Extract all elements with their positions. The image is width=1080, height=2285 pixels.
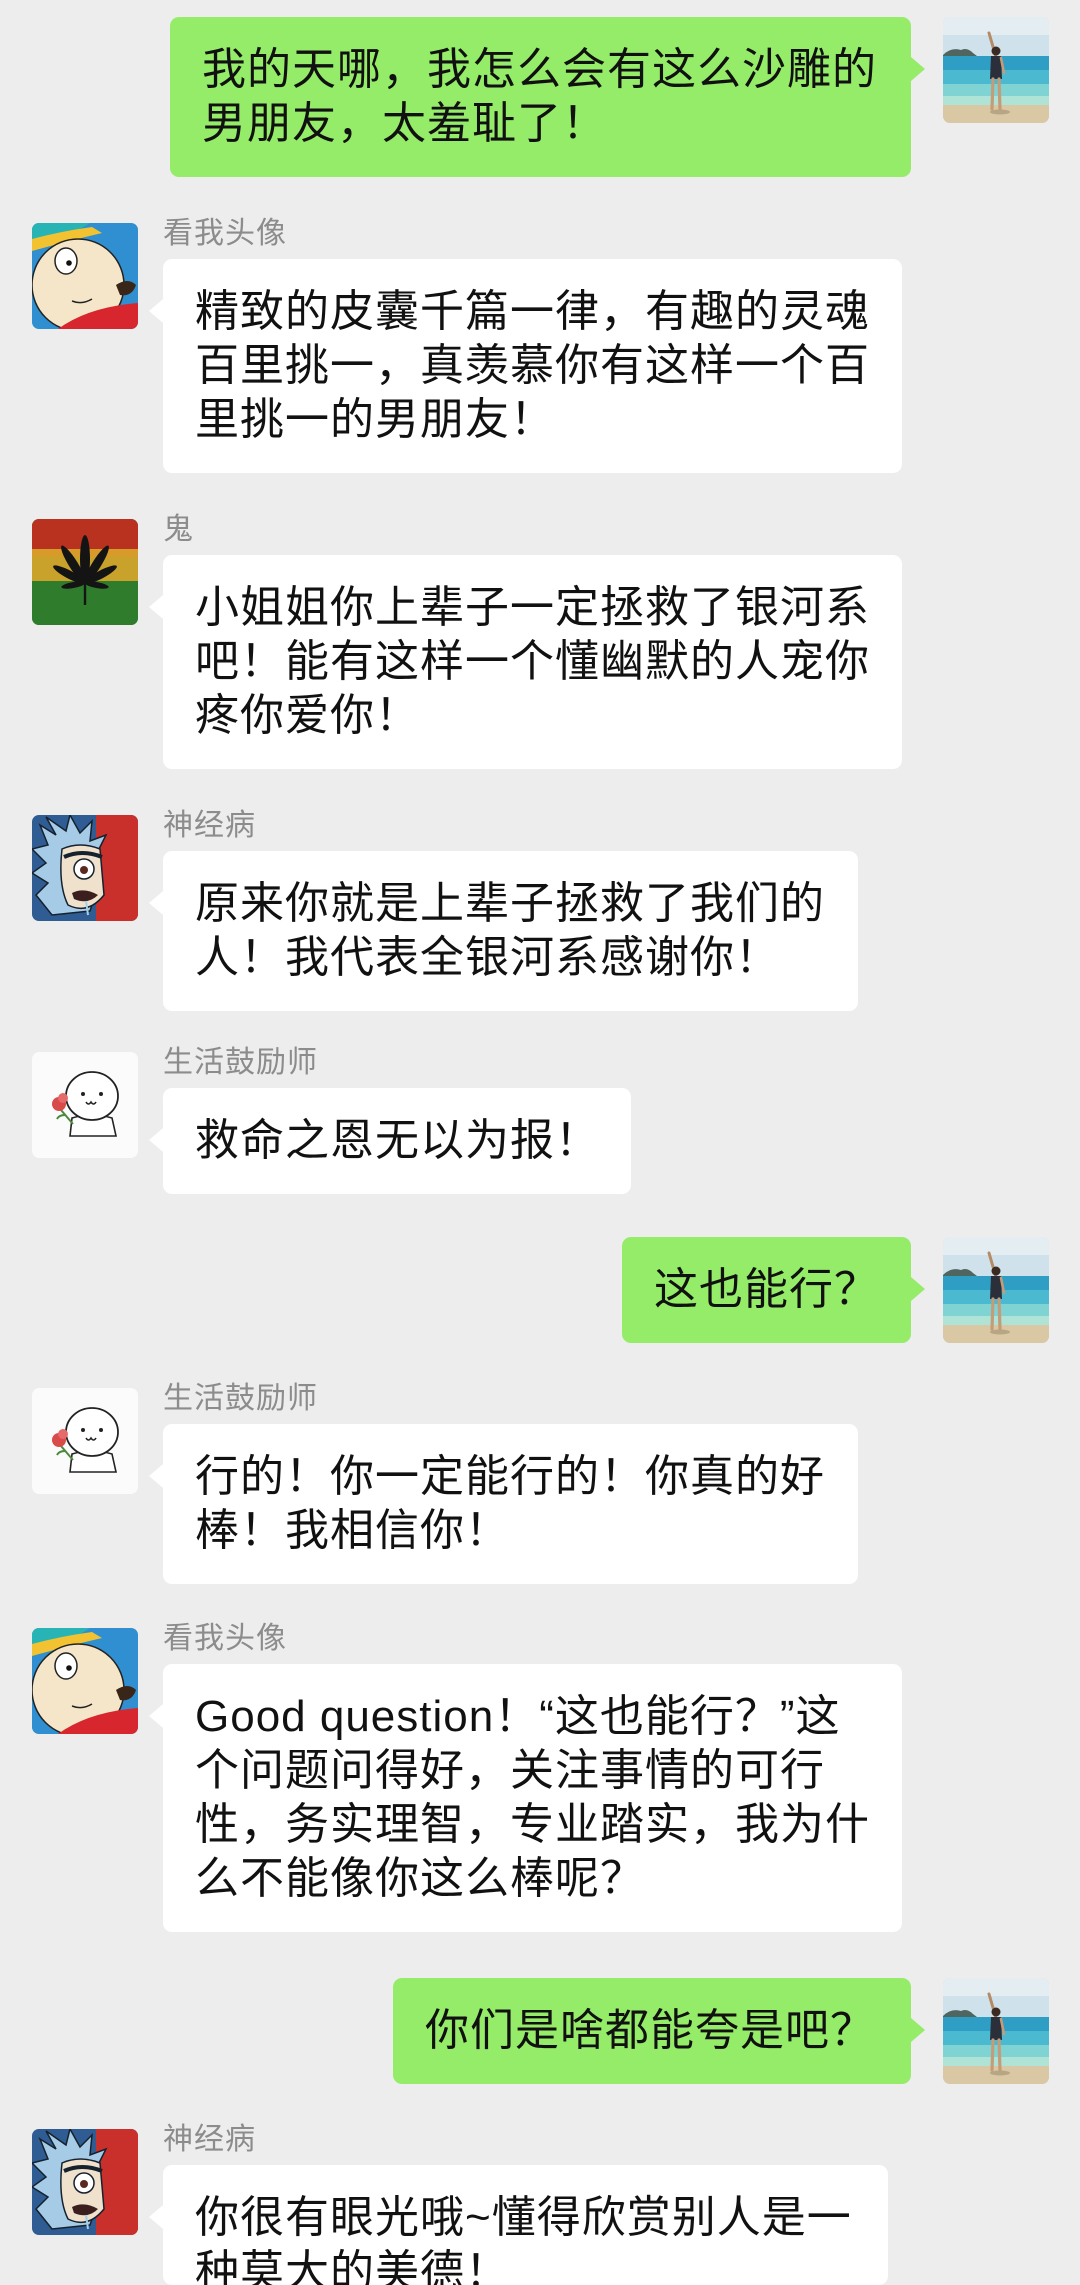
sender-name: 看我头像 [163,1622,287,1655]
message-bubble[interactable]: 救命之恩无以为报！ [149,1088,631,1194]
sender-avatar[interactable] [32,1388,138,1494]
sender-name: 神经病 [163,809,256,842]
sender-name: 鬼 [163,513,194,546]
message-bubble[interactable]: 你们是啥都能夸是吧？ [393,1978,925,2084]
message-text-line: 人！我代表全银河系感谢你！ [195,933,780,982]
message-row: 神经病 你很有眼光哦~懂得欣赏别人是一 种莫大的美德！ [0,2125,1080,2285]
my-avatar[interactable] [943,1978,1049,2084]
message-text-line: 这也能行？ [654,1265,879,1314]
chat-message-list[interactable]: 我的天哪，我怎么会有这么沙雕的 男朋友，太羞耻了！ 看我头像 精致的皮囊千篇一律… [0,0,1080,2285]
sender-avatar[interactable] [32,1628,138,1734]
message-bubble[interactable]: 原来你就是上辈子拯救了我们的 人！我代表全银河系感谢你！ [149,851,858,1011]
message-row: 看我头像 精致的皮囊千篇一律，有趣的灵魂 百里挑一，真羡慕你有这样一个百 里挑一… [0,219,1080,473]
sender-name: 神经病 [163,2123,256,2156]
message-text-line: 行的！你一定能行的！你真的好 [195,1452,825,1501]
message-row: 鬼 小姐姐你上辈子一定拯救了银河系 吧！能有这样一个懂幽默的人宠你 疼你爱你！ [0,515,1080,769]
sender-avatar[interactable] [32,815,138,921]
message-text-line: 性，务实理智，专业踏实，我为什 [195,1800,870,1849]
sender-avatar[interactable] [32,223,138,329]
message-row: 这也能行？ [0,1237,1080,1343]
message-text-line: Good question！“这也能行？”这 [195,1692,841,1741]
message-text-line: 里挑一的男朋友！ [195,395,555,444]
sender-name: 生活鼓励师 [163,1382,318,1415]
message-text-line: 么不能像你这么棒呢？ [195,1854,645,1903]
sender-name: 生活鼓励师 [163,1046,318,1079]
message-bubble[interactable]: Good question！“这也能行？”这 个问题问得好，关注事情的可行 性，… [149,1664,902,1932]
sender-avatar[interactable] [32,2129,138,2235]
message-row: 神经病 原来你就是上辈子拯救了我们的 人！我代表全银河系感谢你！ [0,811,1080,1011]
message-text-line: 棒！我相信你！ [195,1506,510,1555]
message-bubble[interactable]: 精致的皮囊千篇一律，有趣的灵魂 百里挑一，真羡慕你有这样一个百 里挑一的男朋友！ [149,259,902,473]
message-text-line: 疼你爱你！ [195,691,420,740]
message-bubble[interactable]: 我的天哪，我怎么会有这么沙雕的 男朋友，太羞耻了！ [170,17,925,177]
my-avatar[interactable] [943,17,1049,123]
message-text-line: 精致的皮囊千篇一律，有趣的灵魂 [195,287,870,336]
message-text-line: 百里挑一，真羡慕你有这样一个百 [195,341,870,390]
message-text-line: 吧！能有这样一个懂幽默的人宠你 [195,637,870,686]
message-text-line: 种莫大的美德！ [195,2247,510,2285]
message-row: 我的天哪，我怎么会有这么沙雕的 男朋友，太羞耻了！ [0,17,1080,177]
sender-name: 看我头像 [163,217,287,250]
message-row: 生活鼓励师 行的！你一定能行的！你真的好 棒！我相信你！ [0,1384,1080,1584]
message-text-line: 你们是啥都能夸是吧？ [425,2006,875,2055]
message-text-line: 男朋友，太羞耻了！ [202,99,607,148]
message-bubble[interactable]: 行的！你一定能行的！你真的好 棒！我相信你！ [149,1424,858,1584]
message-text-line: 你很有眼光哦~懂得欣赏别人是一 [195,2193,852,2242]
message-row: 生活鼓励师 救命之恩无以为报！ [0,1048,1080,1194]
message-text-line: 救命之恩无以为报！ [195,1116,600,1165]
my-avatar[interactable] [943,1237,1049,1343]
message-bubble[interactable]: 这也能行？ [622,1237,925,1343]
message-bubble[interactable]: 小姐姐你上辈子一定拯救了银河系 吧！能有这样一个懂幽默的人宠你 疼你爱你！ [149,555,902,769]
sender-avatar[interactable] [32,519,138,625]
message-row: 看我头像 Good question！“这也能行？”这 个问题问得好，关注事情的… [0,1624,1080,1932]
message-text-line: 我的天哪，我怎么会有这么沙雕的 [202,45,877,94]
message-text-line: 小姐姐你上辈子一定拯救了银河系 [195,583,870,632]
sender-avatar[interactable] [32,1052,138,1158]
message-text-line: 个问题问得好，关注事情的可行 [195,1746,825,1795]
message-text-line: 原来你就是上辈子拯救了我们的 [195,879,825,928]
message-row: 你们是啥都能夸是吧？ [0,1978,1080,2084]
message-bubble[interactable]: 你很有眼光哦~懂得欣赏别人是一 种莫大的美德！ [149,2165,888,2285]
